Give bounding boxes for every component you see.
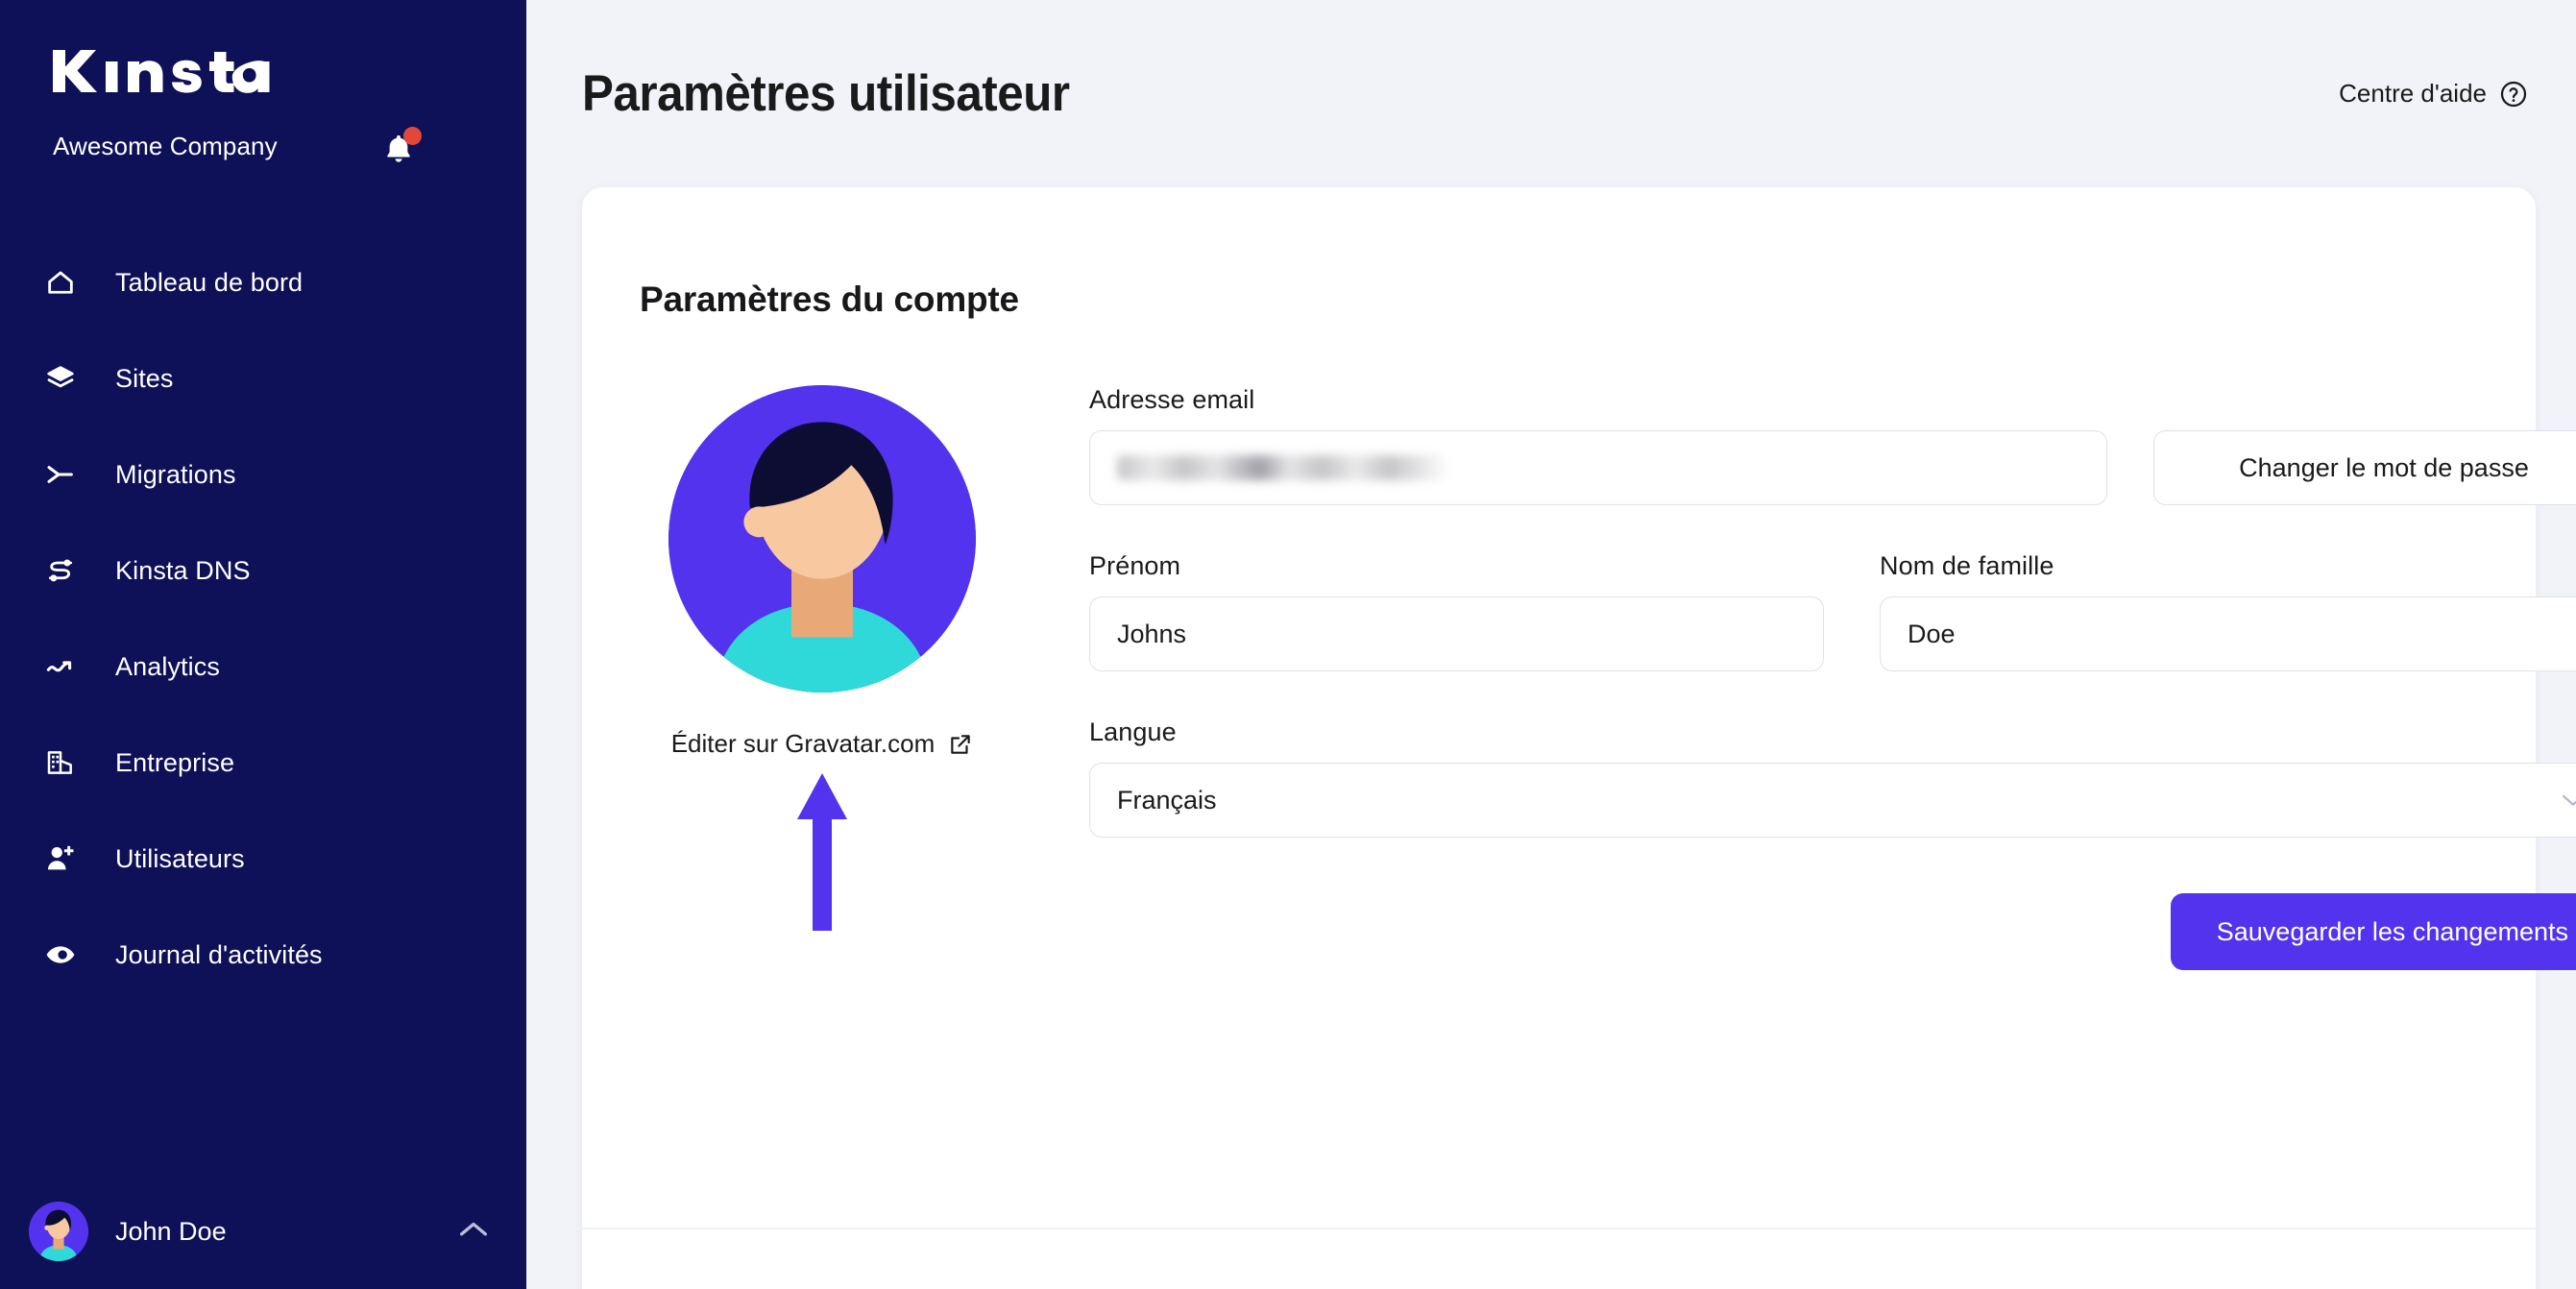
sidebar-item-sites[interactable]: Sites [0, 350, 526, 407]
trending-up-icon [44, 647, 88, 686]
last-name-group: Nom de famille Doe [1880, 551, 2576, 671]
topbar: Paramètres utilisateur Centre d'aide [526, 0, 2576, 187]
company-row[interactable]: Awesome Company [53, 127, 474, 165]
kinsta-logo[interactable] [53, 46, 526, 96]
profile-avatar [668, 385, 976, 693]
gravatar-link-label: Éditer sur Gravatar.com [670, 729, 936, 758]
last-name-input[interactable]: Doe [1880, 596, 2576, 671]
language-select[interactable]: Français [1089, 763, 2576, 838]
language-group: Langue Français [1089, 717, 2576, 838]
save-changes-button[interactable]: Sauvegarder les changements [2170, 893, 2576, 970]
email-redacted-value [1117, 455, 1448, 480]
notifications-button[interactable] [382, 127, 422, 165]
language-selected-value: Français [1117, 785, 1217, 815]
building-icon [44, 743, 88, 782]
card-divider [582, 1228, 2536, 1229]
sidebar-item-label: Migrations [115, 459, 236, 489]
email-row: Adresse email Changer le mot de passe [1089, 385, 2576, 505]
email-label: Adresse email [1089, 385, 1255, 414]
sidebar-item-label: Tableau de bord [115, 267, 304, 297]
question-circle-icon [2499, 80, 2528, 109]
notification-badge-dot [403, 127, 422, 145]
chevron-up-icon[interactable] [457, 1219, 490, 1245]
sidebar-user-row[interactable]: John Doe [0, 1174, 526, 1289]
up-arrow-annotation [791, 769, 853, 937]
sidebar-user-name: John Doe [115, 1216, 227, 1246]
home-icon [44, 263, 88, 302]
main-content: Paramètres utilisateur Centre d'aide Par… [526, 0, 2576, 1289]
user-plus-icon [44, 839, 88, 878]
sidebar-item-migrations[interactable]: Migrations [0, 446, 526, 503]
sidebar-item-kinsta-dns[interactable]: Kinsta DNS [0, 542, 526, 599]
sidebar-item-journal-d-activites[interactable]: Journal d'activités [0, 926, 526, 984]
eye-icon [44, 936, 88, 974]
first-name-input[interactable]: Johns [1089, 596, 1824, 671]
sidebar-item-label: Journal d'activités [115, 939, 323, 969]
sidebar-item-analytics[interactable]: Analytics [0, 638, 526, 695]
first-name-label: Prénom [1089, 551, 1181, 580]
help-center-link[interactable]: Centre d'aide [2339, 79, 2528, 109]
layers-icon [44, 359, 88, 398]
sidebar-item-tableau-de-bord[interactable]: Tableau de bord [0, 254, 526, 311]
sidebar-item-entreprise[interactable]: Entreprise [0, 734, 526, 791]
sidebar-item-utilisateurs[interactable]: Utilisateurs [0, 830, 526, 888]
company-name: Awesome Company [53, 131, 278, 160]
external-link-icon [948, 732, 973, 757]
app-root: Awesome Company Tableau de bord Sites Mi… [0, 0, 2576, 1289]
sidebar: Awesome Company Tableau de bord Sites Mi… [0, 0, 526, 1289]
dns-nodes-icon [44, 551, 88, 590]
name-row: Prénom Johns Nom de famille Doe [1089, 551, 2576, 671]
chevron-down-icon [2560, 790, 2576, 810]
avatar-column: Éditer sur Gravatar.com [640, 385, 1005, 970]
save-row: Sauvegarder les changements [1089, 893, 2576, 970]
sidebar-nav: Tableau de bord Sites Migrations Kinsta … [0, 254, 526, 1022]
sidebar-item-label: Entreprise [115, 747, 235, 777]
help-center-label: Centre d'aide [2339, 79, 2487, 108]
card-title: Paramètres du compte [640, 280, 1019, 319]
edit-on-gravatar-link[interactable]: Éditer sur Gravatar.com [671, 729, 974, 759]
account-settings-card: Paramètres du compte Éditer sur Gravatar… [582, 187, 2576, 1289]
change-password-button[interactable]: Changer le mot de passe [2153, 430, 2576, 505]
language-label: Langue [1089, 717, 1177, 746]
sidebar-item-label: Sites [115, 363, 174, 393]
page-title: Paramètres utilisateur [582, 65, 1070, 122]
sidebar-item-label: Utilisateurs [115, 843, 245, 873]
brand-block: Awesome Company [0, 0, 526, 165]
avatar [29, 1202, 88, 1261]
account-form: Éditer sur Gravatar.com Adresse email Ch… [640, 385, 2576, 970]
email-input[interactable] [1089, 430, 2107, 505]
migration-arrow-icon [44, 455, 88, 494]
sidebar-item-label: Kinsta DNS [115, 555, 251, 585]
first-name-group: Prénom Johns [1089, 551, 1824, 671]
last-name-label: Nom de famille [1880, 551, 2054, 580]
fields-column: Adresse email Changer le mot de passe Pr… [1005, 385, 2576, 970]
sidebar-item-label: Analytics [115, 651, 220, 681]
email-field-group: Adresse email [1089, 385, 2107, 505]
